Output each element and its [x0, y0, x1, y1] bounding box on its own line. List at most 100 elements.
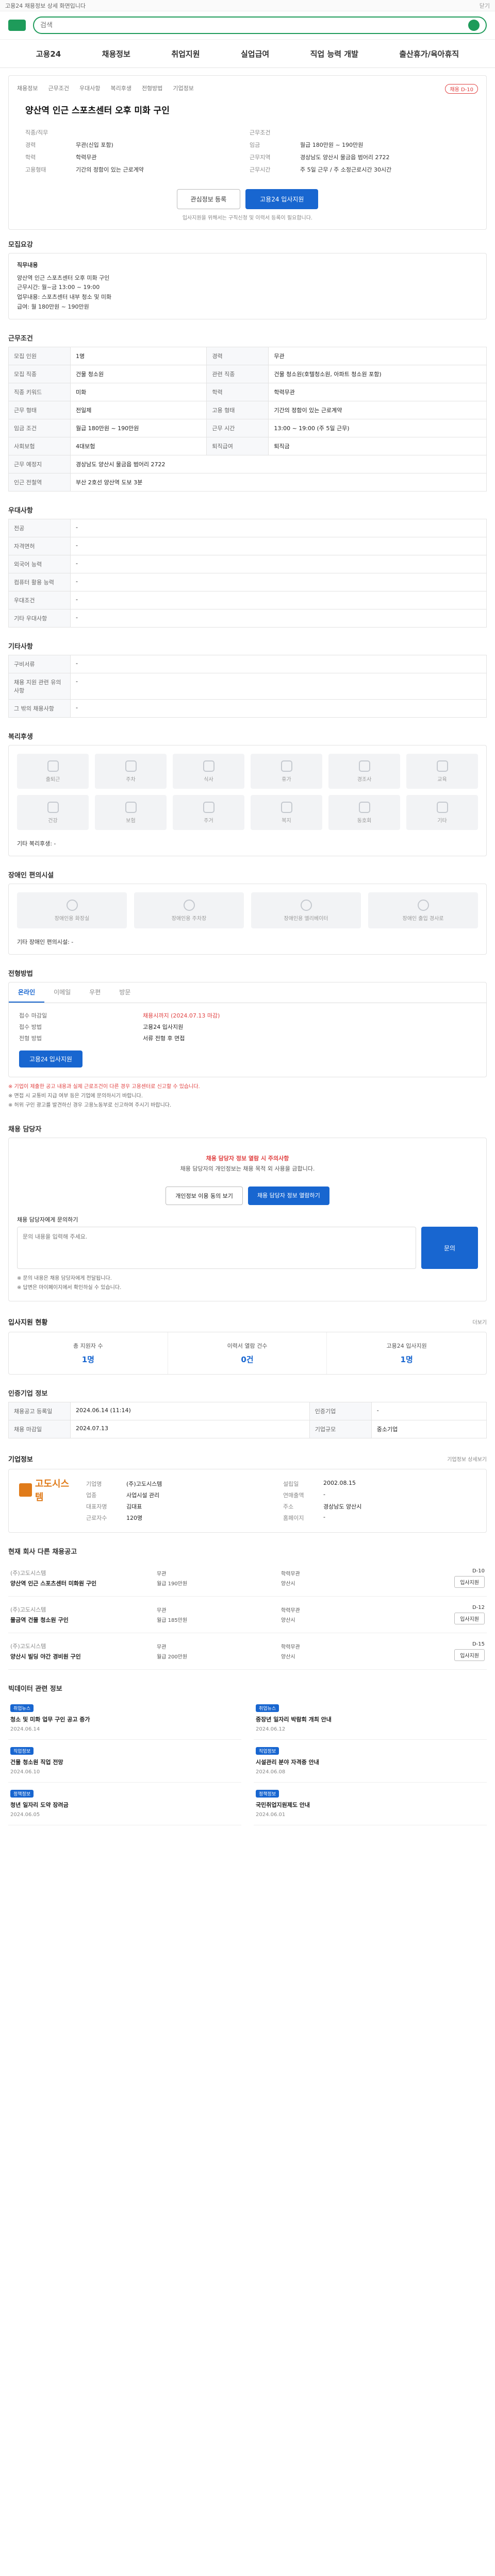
search-icon[interactable]	[468, 20, 480, 31]
description-line: 양산역 인근 스포츠센터 오후 미화 구인	[17, 274, 110, 281]
news-title[interactable]: 청소 및 미화 업무 구인 공고 증가	[10, 1715, 239, 1723]
nav-item-training[interactable]: 직업 능력 개발	[310, 48, 358, 59]
news-title[interactable]: 건물 청소원 직업 전망	[10, 1758, 239, 1766]
list-item[interactable]: (주)고도시스템 물금역 건물 청소원 구인 무관 학력무관 월급 185만원 양산시 …	[8, 1597, 487, 1634]
job-meta-item: 월급 190만원	[157, 1581, 188, 1587]
cond-key: 임금 조건	[8, 419, 71, 438]
tab-email[interactable]: 이메일	[44, 982, 80, 1003]
news-item[interactable]: 정책정보 국민취업지원제도 안내 2024.06.01	[254, 1783, 487, 1826]
facility-item: 장애인 출입 경사로	[368, 892, 478, 929]
cond-value: 건물 청소원	[70, 365, 207, 384]
ramp-icon	[417, 899, 429, 911]
job-title[interactable]: 물금역 건물 청소원 구인	[10, 1616, 150, 1624]
site-logo[interactable]	[8, 20, 26, 31]
selection-tabs: 온라인 이메일 우편 방문	[9, 982, 486, 1004]
bus-icon	[47, 760, 59, 772]
list-item[interactable]: (주)고도시스템 양산시 빌딩 야간 경비원 구인 무관 학력무관 월급 200만원 양…	[8, 1633, 487, 1670]
section-title-conditions: 근무조건	[8, 335, 33, 343]
tab-post[interactable]: 우편	[80, 982, 110, 1003]
news-date: 2024.06.08	[256, 1769, 286, 1775]
stat-number: 1명	[81, 1355, 94, 1365]
breadcrumb-item[interactable]: 근무조건	[48, 84, 69, 94]
cond-key: 고용 형태	[206, 401, 269, 420]
job-apply-button[interactable]: 입사지원	[454, 1649, 485, 1662]
news-item[interactable]: 정책정보 청년 일자리 도약 장려금 2024.06.05	[8, 1783, 241, 1826]
nav-item-jobs[interactable]: 채용정보	[102, 48, 130, 59]
news-item[interactable]: 직업정보 시설관리 분야 자격증 안내 2024.06.08	[254, 1740, 487, 1783]
privacy-button[interactable]: 개인정보 이용 동의 보기	[166, 1187, 243, 1206]
breadcrumb-item[interactable]: 우대사항	[79, 84, 100, 94]
facility-label: 장애인용 화장실	[54, 916, 90, 922]
job-title[interactable]: 양산시 빌딩 야간 경비원 구인	[10, 1652, 150, 1660]
news-title[interactable]: 청년 일자리 도약 장려금	[10, 1801, 239, 1809]
job-meta-item: 학력무관	[281, 1571, 300, 1578]
facility-item: 장애인용 화장실	[17, 892, 127, 929]
breadcrumb-item[interactable]: 채용정보	[17, 84, 38, 94]
apply-button[interactable]: 고용24 입사지원	[245, 189, 319, 209]
cond-key: 사회보험	[8, 437, 71, 456]
news-item[interactable]: 취업뉴스 청소 및 미화 업무 구인 공고 증가 2024.06.14	[8, 1697, 241, 1740]
top-notice-close[interactable]: 닫기	[480, 2, 490, 10]
pref-value: -	[70, 537, 487, 556]
people-icon	[358, 801, 370, 813]
company-header: 기업정보 기업정보 상세보기	[8, 1454, 487, 1464]
view-contact-button[interactable]: 채용 담당자 정보 열람하기	[248, 1187, 329, 1206]
preferences-table: 전공 - 자격면허 - 외국어 능력 - 컴퓨터 활용 능력 - 우대조건 - 기타 우대…	[8, 519, 487, 628]
save-button[interactable]: 관심정보 등록	[176, 189, 241, 209]
other-value: -	[70, 699, 487, 718]
car-icon	[125, 760, 137, 772]
news-item[interactable]: 직업정보 건물 청소원 직업 전망 2024.06.10	[8, 1740, 241, 1783]
stat-label: 총 지원자 수	[73, 1343, 103, 1350]
job-title[interactable]: 양산역 인근 스포츠센터 미화원 구인	[10, 1579, 150, 1587]
benefit-label: 기타	[437, 818, 447, 824]
job-meta: 무관 학력무관 월급 185만원 양산시	[157, 1606, 405, 1623]
news-item[interactable]: 취업뉴스 중장년 일자리 박람회 개최 안내 2024.06.12	[254, 1697, 487, 1740]
job-apply-button[interactable]: 입사지원	[454, 1576, 485, 1588]
apply-note: 입사지원을 위해서는 구직신청 및 이력서 등록이 필요합니다.	[182, 215, 313, 221]
qa-send-button[interactable]: 문의	[421, 1227, 478, 1269]
alert-title: 채용 담당자 정보 열람 시 주의사항	[206, 1155, 289, 1162]
pref-value: -	[70, 519, 487, 538]
cond-value: 학력무관	[268, 383, 487, 402]
breadcrumb-item[interactable]: 기업정보	[173, 84, 193, 94]
stats-more-link[interactable]: 더보기	[472, 1318, 487, 1326]
contact-alert: 채용 담당자 정보 열람 시 주의사항 채용 담당자의 개인정보는 채용 목적 …	[17, 1146, 478, 1181]
qa-textarea[interactable]	[17, 1227, 416, 1269]
search-input[interactable]	[40, 21, 464, 29]
cond-value: 퇴직금	[268, 437, 487, 456]
job-apply-button[interactable]: 입사지원	[454, 1613, 485, 1625]
nav-item-benefit[interactable]: 실업급여	[241, 48, 269, 59]
list-item[interactable]: (주)고도시스템 양산역 인근 스포츠센터 미화원 구인 무관 학력무관 월급 190…	[8, 1560, 487, 1597]
facility-footnote: 기타 장애인 편의시설: -	[17, 939, 74, 946]
selection-apply-button[interactable]: 고용24 입사지원	[19, 1050, 82, 1068]
news-title[interactable]: 시설관리 분야 자격증 안내	[256, 1758, 485, 1766]
tab-visit[interactable]: 방문	[110, 982, 140, 1003]
stat-item: 이력서 열람 건수 0건	[168, 1332, 327, 1375]
news-badge: 취업뉴스	[10, 1704, 34, 1713]
tab-online[interactable]: 온라인	[9, 982, 45, 1003]
breadcrumb-item[interactable]: 복리후생	[110, 84, 131, 94]
news-title[interactable]: 중장년 일자리 박람회 개최 안내	[256, 1715, 485, 1723]
job-description: 직무내용 양산역 인근 스포츠센터 오후 미화 구인 근무시간: 월~금 13:…	[8, 253, 487, 320]
benefit-item: 출퇴근	[17, 754, 89, 789]
page-title: 양산역 인근 스포츠센터 오후 미화 구인	[25, 106, 170, 116]
job-dday: D-12	[472, 1605, 485, 1611]
news-title[interactable]: 국민취업지원제도 안내	[256, 1801, 485, 1809]
benefit-label: 식사	[204, 776, 213, 783]
selection-key: 전형 방법	[19, 1035, 42, 1042]
cond-value: 미화	[70, 383, 207, 402]
cond-value: 기간의 정함이 있는 근로계약	[268, 401, 487, 420]
nav-item-support[interactable]: 취업지원	[171, 48, 200, 59]
company-more-link[interactable]: 기업정보 상세보기	[447, 1455, 487, 1463]
nav-item-leave[interactable]: 출산휴가/육아휴직	[399, 48, 459, 59]
company-value: 사업시설 관리	[126, 1492, 160, 1499]
company-key: 연매출액	[283, 1492, 304, 1499]
info-key: 기업규모	[309, 1420, 372, 1439]
facility-item: 장애인용 엘리베이터	[251, 892, 361, 929]
section-title-preferences: 우대사항	[8, 507, 33, 515]
nav-item-home[interactable]: 고용24	[36, 48, 61, 59]
breadcrumb-item[interactable]: 전형방법	[142, 84, 162, 94]
alert-text: 채용 담당자의 개인정보는 채용 목적 외 사용을 금합니다.	[180, 1165, 315, 1173]
company-value: 2002.08.15	[323, 1480, 356, 1487]
selection-value: 고용24 입사지원	[143, 1024, 184, 1031]
